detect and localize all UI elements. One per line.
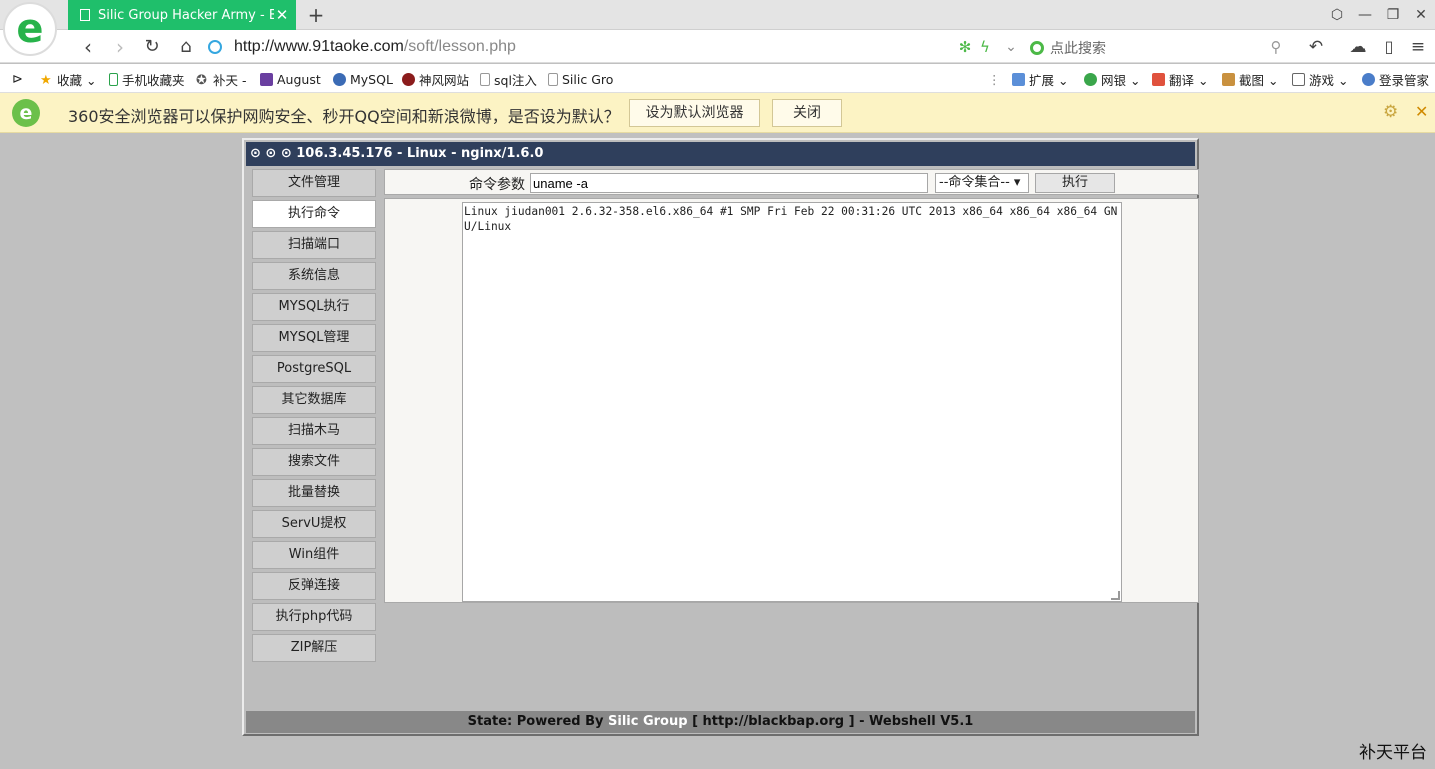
login-icon <box>1362 72 1375 86</box>
mysql-icon <box>333 72 346 86</box>
search-icon[interactable]: ⚲ <box>1263 34 1289 60</box>
footer-suffix: [ http://blackbap.org ] - Webshell V5.1 <box>687 714 974 729</box>
execute-button[interactable]: 执行 <box>1035 173 1115 193</box>
menu-item-mysql-manage[interactable]: MYSQL管理 <box>252 324 376 352</box>
reload-icon[interactable]: ↻ <box>139 34 165 60</box>
bookmark-butian[interactable]: ✪ 补天 - <box>196 70 246 88</box>
notification-bar: e 360安全浏览器可以保护网购安全、秒开QQ空间和新浪微博，是否设为默认？ 设… <box>0 93 1435 133</box>
browser-logo-small-icon: e <box>12 99 40 127</box>
tool-extensions[interactable]: 扩展 ⌄ <box>1012 70 1068 88</box>
bookmark-silic[interactable]: Silic Gro <box>548 70 613 88</box>
shell-header: ⊙ ⊙ ⊙ 106.3.45.176 - Linux - nginx/1.6.0 <box>246 142 1195 166</box>
footer-brand: Silic Group <box>608 714 688 729</box>
shell-footer: State: Powered By Silic Group [ http://b… <box>246 711 1195 733</box>
bookmark-sql[interactable]: sql注入 <box>480 70 537 88</box>
command-input[interactable] <box>530 173 928 193</box>
menu-item-other-db[interactable]: 其它数据库 <box>252 386 376 414</box>
cloud-icon[interactable]: ☁ <box>1345 34 1371 60</box>
url-host: http://www.91taoke.com <box>234 38 404 55</box>
tool-login[interactable]: 登录管家 <box>1362 70 1429 88</box>
search-box[interactable]: 点此搜索 <box>1030 37 1290 59</box>
skin-icon[interactable]: ⬡ <box>1326 5 1348 25</box>
undo-icon[interactable]: ↶ <box>1303 34 1329 60</box>
footer-prefix: State: Powered By <box>467 714 608 729</box>
menu-item-win-components[interactable]: Win组件 <box>252 541 376 569</box>
page-icon <box>80 9 90 21</box>
menu-item-batch-replace[interactable]: 批量替换 <box>252 479 376 507</box>
shenfeng-icon <box>402 72 415 86</box>
menu-item-php-code[interactable]: 执行php代码 <box>252 603 376 631</box>
search-input[interactable]: 点此搜索 <box>1050 38 1106 58</box>
gear-icon[interactable]: ⚙ <box>1383 102 1398 122</box>
tool-game[interactable]: 游戏 ⌄ <box>1292 70 1348 88</box>
notification-message: 360安全浏览器可以保护网购安全、秒开QQ空间和新浪微博，是否设为默认？ <box>68 107 620 126</box>
menu-item-servu[interactable]: ServU提权 <box>252 510 376 538</box>
watermark: 补天平台 <box>1359 743 1427 763</box>
browser-logo-icon[interactable]: e <box>3 2 57 56</box>
set-default-button[interactable]: 设为默认浏览器 <box>629 99 760 127</box>
lightning-icon[interactable]: ϟ <box>972 34 998 60</box>
mobile-icon[interactable]: ▯ <box>1376 34 1402 60</box>
game-icon <box>1292 72 1305 86</box>
close-icon[interactable]: ✕ <box>1415 102 1428 121</box>
command-set-select[interactable]: --命令集合-- ▾ <box>935 173 1029 193</box>
resize-handle-icon[interactable] <box>1111 591 1120 600</box>
screenshot-icon <box>1222 72 1235 86</box>
menu-item-mysql-exec[interactable]: MYSQL执行 <box>252 293 376 321</box>
menu-item-scan-trojan[interactable]: 扫描木马 <box>252 417 376 445</box>
output-panel: Linux jiudan001 2.6.32-358.el6.x86_64 #1… <box>384 198 1199 603</box>
command-row: 命令参数 --命令集合-- ▾ 执行 <box>384 169 1199 195</box>
extensions-icon <box>1012 72 1025 86</box>
minimize-button[interactable]: — <box>1354 5 1376 25</box>
tab-close-icon[interactable]: ✕ <box>274 6 290 24</box>
bookmark-mysql[interactable]: MySQL <box>333 70 393 88</box>
sidebar-toggle-icon[interactable]: ⊳ <box>12 70 23 88</box>
url-path: /soft/lesson.php <box>403 38 516 55</box>
butian-icon: ✪ <box>196 72 207 88</box>
translate-icon <box>1152 72 1165 86</box>
menu-item-system-info[interactable]: 系统信息 <box>252 262 376 290</box>
command-output[interactable]: Linux jiudan001 2.6.32-358.el6.x86_64 #1… <box>462 202 1122 602</box>
phone-icon <box>109 72 118 86</box>
output-text: Linux jiudan001 2.6.32-358.el6.x86_64 #1… <box>464 205 1118 233</box>
bookmark-mobile[interactable]: 手机收藏夹 <box>109 70 185 88</box>
menu-item-search-files[interactable]: 搜索文件 <box>252 448 376 476</box>
back-icon[interactable]: ‹ <box>75 34 101 60</box>
command-label: 命令参数 <box>469 177 525 193</box>
search-engine-icon[interactable] <box>1030 41 1044 55</box>
more-icon[interactable]: ⋮ <box>988 70 1001 88</box>
restore-button[interactable]: ❐ <box>1382 5 1404 25</box>
tool-translate[interactable]: 翻译 ⌄ <box>1152 70 1208 88</box>
menu-item-file-manager[interactable]: 文件管理 <box>252 169 376 197</box>
bookmark-august[interactable]: August <box>260 70 321 88</box>
dropdown-icon[interactable]: ⌄ <box>998 34 1024 60</box>
star-icon: ★ <box>40 72 52 88</box>
menu-icon[interactable]: ≡ <box>1405 34 1431 60</box>
menu-item-port-scan[interactable]: 扫描端口 <box>252 231 376 259</box>
site-info-icon[interactable] <box>208 40 222 54</box>
bookmark-favorites[interactable]: ★ 收藏 ⌄ <box>40 70 96 88</box>
menu-item-postgresql[interactable]: PostgreSQL <box>252 355 376 383</box>
menu-item-execute-command[interactable]: 执行命令 <box>252 200 376 228</box>
page-icon <box>480 72 490 86</box>
new-tab-button[interactable]: + <box>306 3 326 27</box>
bookmark-shenfeng[interactable]: 神风网站 <box>402 70 469 88</box>
bank-icon <box>1084 72 1097 86</box>
page-icon <box>548 72 558 86</box>
tool-bank[interactable]: 网银 ⌄ <box>1084 70 1140 88</box>
notification-close-button[interactable]: 关闭 <box>772 99 842 127</box>
close-window-button[interactable]: ✕ <box>1410 5 1432 25</box>
forward-icon[interactable]: › <box>107 34 133 60</box>
active-tab[interactable]: Silic Group Hacker Army - Bla ✕ <box>68 0 296 30</box>
menu-item-reverse-connect[interactable]: 反弹连接 <box>252 572 376 600</box>
url-field[interactable]: http://www.91taoke.com/soft/lesson.php <box>208 35 948 59</box>
august-icon <box>260 72 273 86</box>
home-icon[interactable]: ⌂ <box>173 34 199 60</box>
tool-screenshot[interactable]: 截图 ⌄ <box>1222 70 1278 88</box>
tab-title: Silic Group Hacker Army - Bla <box>98 7 274 23</box>
menu-item-zip-extract[interactable]: ZIP解压 <box>252 634 376 662</box>
webshell-window: ⊙ ⊙ ⊙ 106.3.45.176 - Linux - nginx/1.6.0… <box>242 138 1199 736</box>
shell-menu: 文件管理 执行命令 扫描端口 系统信息 MYSQL执行 MYSQL管理 Post… <box>252 169 376 665</box>
